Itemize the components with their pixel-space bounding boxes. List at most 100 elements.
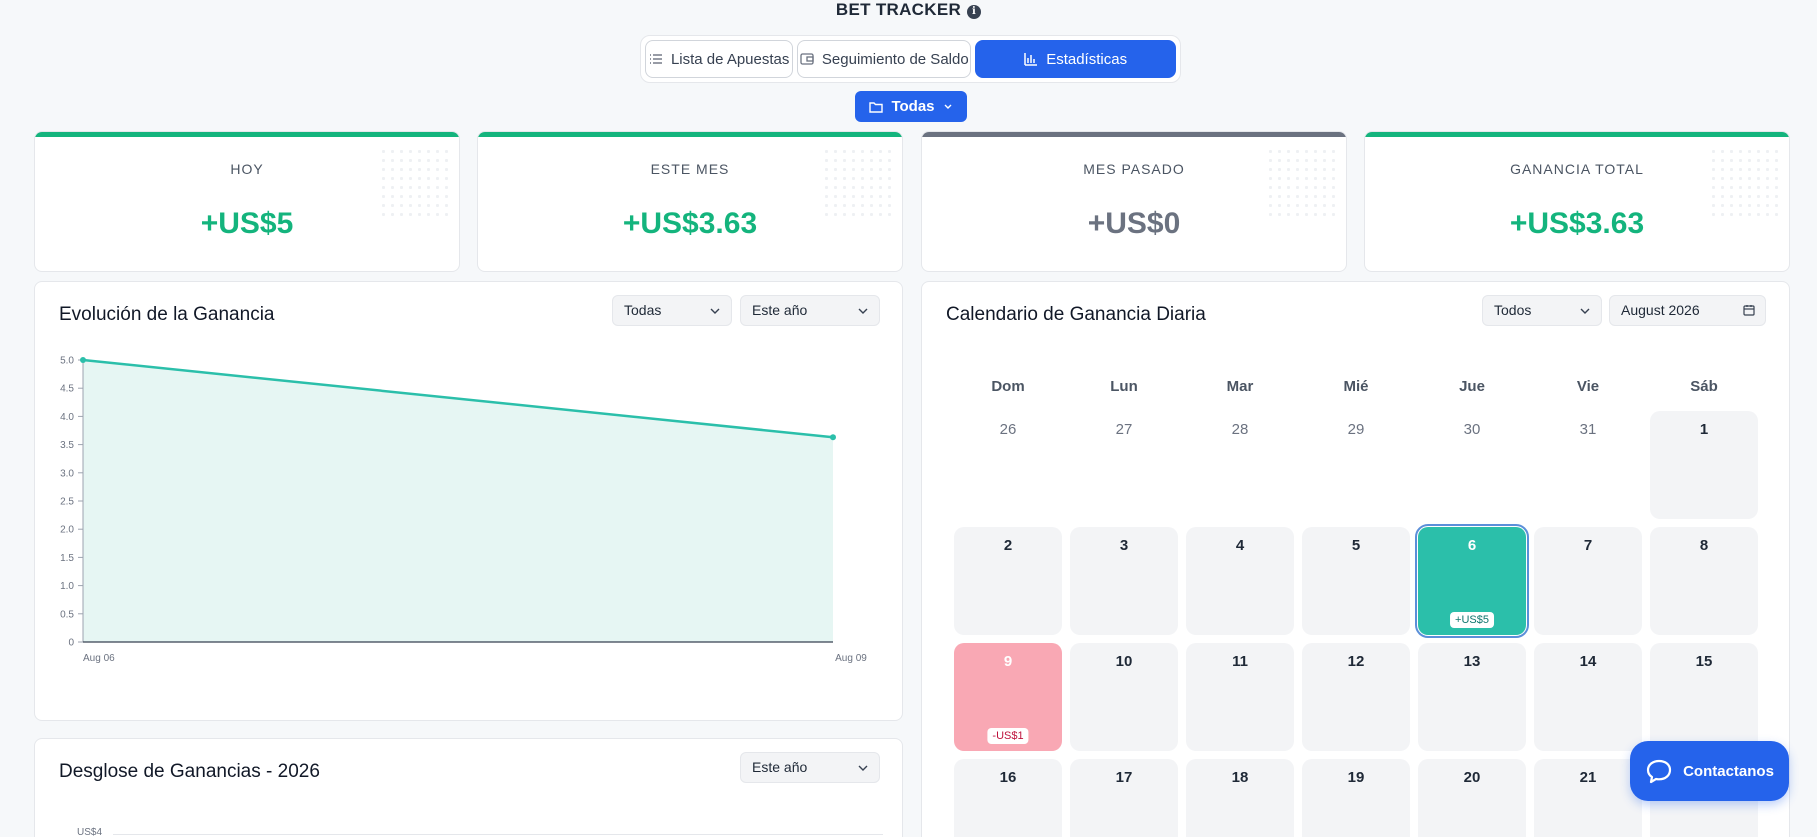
- x-tick-label: Aug 06: [83, 653, 115, 664]
- weekday-header: Jue: [1459, 378, 1485, 395]
- wallet-icon: [800, 53, 814, 65]
- day-number: 6: [1467, 537, 1477, 554]
- day-number: 20: [1463, 769, 1481, 786]
- stat-card-this-month: ESTE MES +US$3.63: [477, 131, 903, 272]
- day-number: 13: [1463, 653, 1481, 670]
- contact-button[interactable]: Contactanos: [1630, 741, 1789, 801]
- y-tick-label: 3.0: [60, 468, 74, 479]
- breakdown-period-select[interactable]: Este año: [740, 752, 880, 783]
- calendar-day[interactable]: 2: [954, 527, 1062, 635]
- weekday-header: Lun: [1110, 378, 1138, 395]
- stat-card-last-month: MES PASADO +US$0: [921, 131, 1347, 272]
- calendar-day[interactable]: 19: [1302, 759, 1410, 837]
- calendar-day[interactable]: 28: [1186, 411, 1294, 519]
- calendar-day[interactable]: 13: [1418, 643, 1526, 751]
- calendar-day[interactable]: 29: [1302, 411, 1410, 519]
- data-point: [830, 434, 836, 441]
- day-number: 12: [1347, 653, 1365, 670]
- stat-accent-bar: [35, 132, 459, 137]
- calendar-day[interactable]: 21: [1534, 759, 1642, 837]
- calendar-day[interactable]: 14: [1534, 643, 1642, 751]
- calendar-day[interactable]: 12: [1302, 643, 1410, 751]
- calendar-day[interactable]: 11: [1186, 643, 1294, 751]
- chat-icon: [1646, 759, 1672, 784]
- calendar-day[interactable]: 10: [1070, 643, 1178, 751]
- calendar-day[interactable]: 3: [1070, 527, 1178, 635]
- folder-filter-button[interactable]: Todas: [855, 91, 967, 122]
- tab-label: Estadísticas: [1046, 50, 1128, 68]
- app-title: BET TRACKER i: [0, 0, 1817, 20]
- evolution-period-select[interactable]: Este año: [740, 295, 880, 326]
- calendar-title: Calendario de Ganancia Diaria: [946, 304, 1206, 325]
- calendar-day[interactable]: 30: [1418, 411, 1526, 519]
- chevron-down-icon: [1580, 308, 1590, 314]
- data-point: [80, 357, 86, 363]
- day-number: 18: [1231, 769, 1249, 786]
- y-tick-label: 4.5: [60, 384, 74, 395]
- contact-label: Contactanos: [1683, 762, 1774, 780]
- profit-breakdown-card: Desglose de Ganancias - 2026 Este año US…: [34, 738, 903, 837]
- calendar-day[interactable]: 8: [1650, 527, 1758, 635]
- calendar-day[interactable]: 5: [1302, 527, 1410, 635]
- tab-statistics[interactable]: Estadísticas: [975, 40, 1176, 78]
- day-number: 30: [1463, 421, 1481, 438]
- day-number: 19: [1347, 769, 1365, 786]
- calendar-day[interactable]: 15: [1650, 643, 1758, 751]
- calendar-day[interactable]: 17: [1070, 759, 1178, 837]
- tab-bet-list[interactable]: Lista de Apuestas: [645, 40, 794, 78]
- calendar-day[interactable]: 4: [1186, 527, 1294, 635]
- calendar-day[interactable]: 16: [954, 759, 1062, 837]
- y-tick-label: 2.5: [60, 497, 74, 508]
- calendar-day[interactable]: 1: [1650, 411, 1758, 519]
- calendar-icon: [1743, 305, 1755, 316]
- calendar-day[interactable]: 26: [954, 411, 1062, 519]
- day-number: 2: [1003, 537, 1013, 554]
- y-tick-label: 5.0: [60, 356, 74, 367]
- select-value: Este año: [752, 759, 808, 775]
- day-number: 16: [999, 769, 1017, 786]
- chevron-down-icon: [944, 104, 952, 109]
- select-value: Todas: [624, 302, 662, 318]
- weekday-header: Mié: [1343, 378, 1369, 395]
- calendar-day[interactable]: 20: [1418, 759, 1526, 837]
- day-number: 29: [1347, 421, 1365, 438]
- area-fill: [83, 360, 833, 642]
- calendar-day[interactable]: 7: [1534, 527, 1642, 635]
- day-number: 31: [1579, 421, 1597, 438]
- day-number: 3: [1119, 537, 1129, 554]
- y-tick-label: 4.0: [60, 412, 74, 423]
- x-tick-label: Aug 09: [835, 653, 867, 664]
- weekday-header: Mar: [1226, 378, 1254, 395]
- list-icon: [649, 54, 662, 64]
- y-tick-label: 1.5: [60, 553, 74, 564]
- calendar-day[interactable]: 6 +US$5: [1415, 524, 1529, 638]
- calendar-day[interactable]: 9 -US$1: [954, 643, 1062, 751]
- breakdown-y-tick: US$4: [77, 827, 103, 837]
- weekday-header: Sáb: [1690, 378, 1718, 395]
- tab-balance-tracking[interactable]: Seguimiento de Saldo: [797, 40, 972, 78]
- profit-evolution-title: Evolución de la Ganancia: [59, 304, 275, 325]
- stat-card-total-profit: GANANCIA TOTAL +US$3.63: [1364, 131, 1790, 272]
- stat-card-today: HOY +US$5: [34, 131, 460, 272]
- day-number: 28: [1231, 421, 1249, 438]
- calendar-category-select[interactable]: Todos: [1482, 295, 1602, 326]
- chevron-down-icon: [858, 765, 868, 771]
- info-icon[interactable]: i: [967, 5, 982, 19]
- profit-evolution-card: Evolución de la Ganancia Todas Este año …: [34, 281, 903, 721]
- select-value: Todos: [1494, 302, 1532, 318]
- calendar-day[interactable]: 18: [1186, 759, 1294, 837]
- app-title-text: BET TRACKER: [835, 0, 962, 19]
- evolution-category-select[interactable]: Todas: [612, 295, 732, 326]
- calendar-day[interactable]: 27: [1070, 411, 1178, 519]
- main-tabs: Lista de Apuestas Seguimiento de Saldo E…: [640, 35, 1181, 83]
- day-number: 15: [1695, 653, 1713, 670]
- day-profit-badge: -US$1: [987, 728, 1029, 744]
- day-profit-badge: +US$5: [1450, 612, 1494, 628]
- calendar-day[interactable]: 31: [1534, 411, 1642, 519]
- calendar-month-picker[interactable]: August 2026: [1609, 295, 1766, 326]
- stat-accent-bar: [1365, 132, 1789, 137]
- profit-breakdown-title: Desglose de Ganancias - 2026: [59, 761, 320, 782]
- profit-evolution-chart: 0 0.5 1.0 1.5 2.0 2.5 3.0 3.5 4.0 4.5 5.0 Aug 06 Aug…: [60, 356, 867, 665]
- day-number: 14: [1579, 653, 1597, 670]
- day-number: 27: [1115, 421, 1133, 438]
